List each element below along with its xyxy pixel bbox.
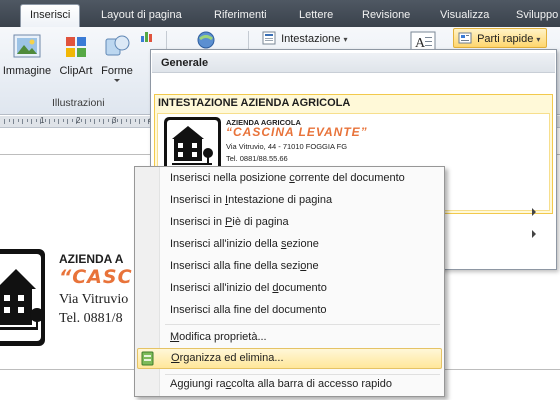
menu-item-insert-header[interactable]: Inserisci in Intestazione di pagina	[137, 190, 442, 211]
ruler-tick	[35, 119, 37, 122]
ruler-tick	[62, 119, 64, 122]
header-label: Intestazione	[281, 33, 341, 45]
insert-clipart-button[interactable]: ClipArt	[57, 31, 95, 77]
tab-revisione[interactable]: Revisione	[362, 5, 410, 27]
ruler-tick	[31, 119, 32, 124]
menu-item-insert-current-position[interactable]: Inserisci nella posizione corrente del d…	[137, 168, 442, 189]
quick-parts-button[interactable]: Parti rapide ▾	[453, 28, 547, 48]
globe-icon	[197, 31, 215, 49]
ruler-tick	[139, 119, 140, 124]
house-logo-icon	[0, 249, 45, 346]
menu-item-insert-section-start[interactable]: Inserisci all'inizio della sezione	[137, 234, 442, 255]
menu-item-insert-document-end[interactable]: Inserisci alla fine del documento	[137, 300, 442, 321]
organizer-icon	[141, 351, 154, 366]
chevron-down-icon: ▾	[536, 35, 541, 44]
ruler-tick	[85, 119, 86, 124]
ruler-tick	[125, 119, 127, 122]
building-block-context-menu: Inserisci nella posizione corrente del d…	[134, 166, 445, 397]
menu-item-insert-document-start[interactable]: Inserisci all'inizio del documento	[137, 278, 442, 299]
preview-name: “CASCINA LEVANTE”	[226, 125, 368, 139]
doc-company-label: AZIENDA A	[59, 252, 124, 266]
ruler-tick	[8, 119, 10, 122]
ruler-tick	[53, 119, 55, 122]
chevron-down-icon	[114, 79, 120, 82]
tab-sviluppo[interactable]: Sviluppo	[516, 5, 558, 27]
menu-item-add-to-quick-access[interactable]: Aggiungi raccolta alla barra di accesso …	[137, 374, 442, 395]
header-button[interactable]: Intestazione ▾	[262, 29, 347, 49]
picture-icon	[13, 34, 41, 58]
doc-company-name: “CASC	[59, 266, 133, 288]
ruler-tick	[71, 119, 73, 122]
ruler-tick	[26, 119, 28, 122]
ruler-tick	[22, 119, 23, 124]
tab-inserisci[interactable]: Inserisci	[20, 4, 81, 27]
chart-icon	[141, 32, 152, 42]
insert-picture-label: Immagine	[2, 65, 52, 77]
ruler-number: 2	[76, 116, 81, 125]
menu-item-edit-properties[interactable]: Modifica proprietà...	[137, 327, 442, 348]
ruler-tick	[121, 119, 122, 124]
doc-phone: Tel. 0881/8	[59, 311, 123, 326]
quick-parts-icon	[458, 32, 472, 44]
menu-item-organize-delete[interactable]: Organizza ed elimina...	[137, 348, 442, 369]
quick-parts-label: Parti rapide	[477, 33, 534, 45]
insert-clipart-label: ClipArt	[59, 65, 93, 77]
menu-item-insert-footer[interactable]: Inserisci in Piè di pagina	[137, 212, 442, 233]
shapes-icon	[105, 35, 130, 56]
header-icon	[262, 31, 276, 45]
ruler-tick	[80, 119, 82, 122]
ruler-tick	[17, 119, 19, 122]
ruler-tick	[143, 119, 145, 122]
tab-layout-di-pagina[interactable]: Layout di pagina	[101, 5, 182, 27]
ruler-tick	[44, 119, 46, 122]
insert-shapes-label: Forme	[101, 65, 133, 77]
tab-riferimenti[interactable]: Riferimenti	[214, 5, 267, 27]
ruler-tick	[107, 119, 109, 122]
ruler-tick	[13, 119, 14, 124]
ruler-tick	[58, 119, 59, 124]
tab-visualizza[interactable]: Visualizza	[440, 5, 489, 27]
ruler-tick	[130, 119, 131, 124]
insert-shapes-button[interactable]: Forme	[99, 31, 135, 82]
ruler-tick	[103, 119, 104, 124]
ruler-tick	[89, 119, 91, 122]
ruler-tick	[98, 119, 100, 122]
preview-address: Via Vitruvio, 44 - 71010 FOGGIA FG	[226, 142, 348, 151]
tab-lettere[interactable]: Lettere	[299, 5, 333, 27]
clipart-icon	[66, 37, 86, 57]
ruler-tick	[4, 119, 5, 124]
submenu-arrow-icon	[532, 208, 536, 216]
insert-picture-button[interactable]: Immagine	[2, 31, 52, 77]
doc-address: Via Vitruvio	[59, 292, 129, 307]
group-label-illustrazioni: Illustrazioni	[52, 97, 105, 109]
menu-item-insert-section-end[interactable]: Inserisci alla fine della sezione	[137, 256, 442, 277]
preview-phone: Tel. 0881/88.55.66	[226, 154, 288, 163]
ribbon-tab-bar: Inserisci Layout di pagina Riferimenti L…	[0, 0, 560, 27]
ruler-tick	[94, 119, 95, 124]
gallery-item-title: INTESTAZIONE AZIENDA AGRICOLA	[158, 97, 351, 109]
menu-separator	[165, 324, 440, 325]
ruler-tick	[116, 119, 118, 122]
ruler-number: 3	[112, 116, 117, 125]
submenu-arrow-icon	[532, 230, 536, 238]
chevron-down-icon: ▾	[343, 35, 348, 44]
gallery-section-general: Generale	[152, 53, 555, 73]
chart-small-button[interactable]	[140, 29, 154, 43]
ruler-tick	[49, 119, 50, 124]
ruler-number: 1	[40, 116, 45, 125]
ruler-tick	[67, 119, 68, 124]
ruler-tick	[134, 119, 136, 122]
